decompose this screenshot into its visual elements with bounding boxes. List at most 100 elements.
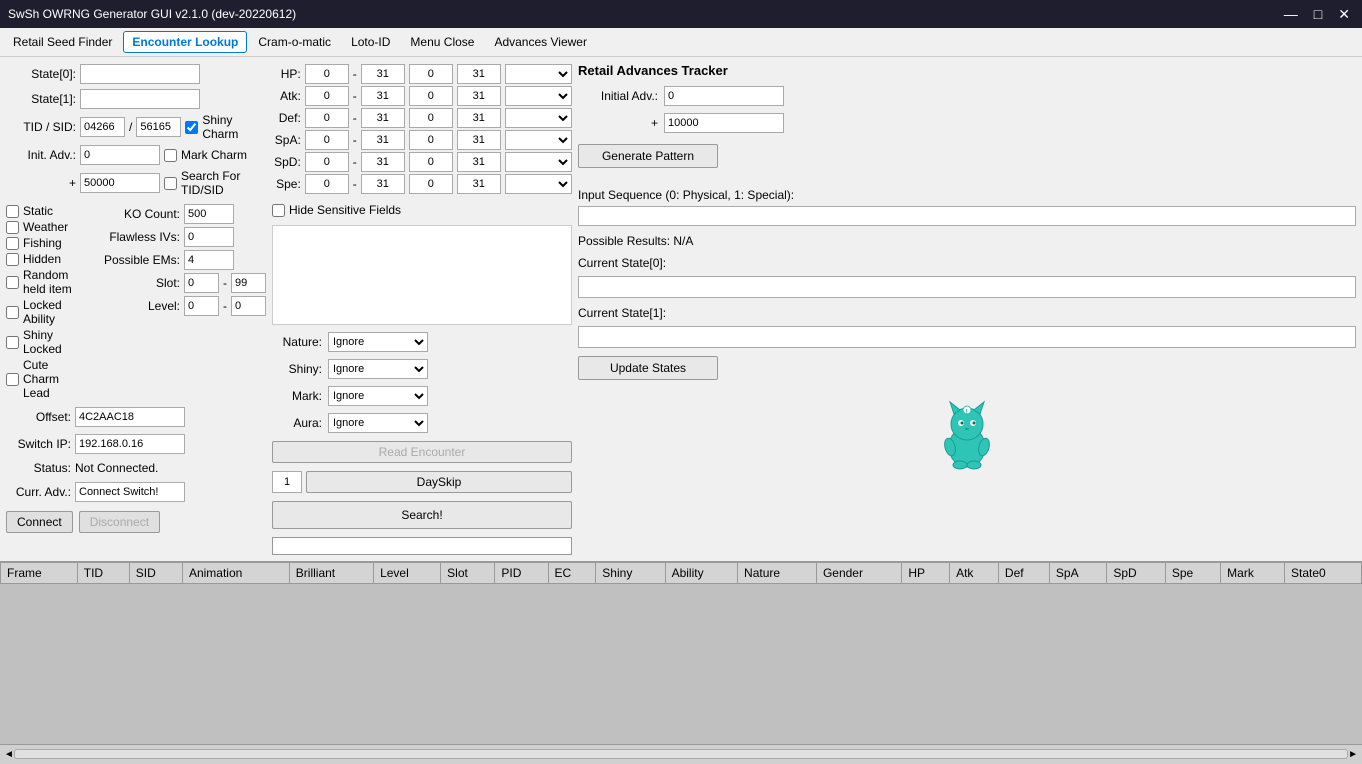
spa-max2-input[interactable] (457, 130, 501, 150)
random-held-item-label: Random held item (23, 268, 74, 296)
curr-adv-input[interactable] (75, 482, 185, 502)
tracker-plus-input[interactable] (664, 113, 784, 133)
flawless-ivs-label: Flawless IVs: (90, 230, 180, 244)
level-row: Level: - (90, 296, 266, 316)
plus-input[interactable] (80, 173, 160, 193)
fishing-checkbox[interactable] (6, 237, 19, 250)
scroll-right-icon[interactable]: ► (1348, 749, 1358, 760)
spd-min-input[interactable] (305, 152, 349, 172)
def-min-input[interactable] (305, 108, 349, 128)
dayskip-count-input[interactable] (272, 471, 302, 493)
aura-label: Aura: (272, 416, 322, 430)
connect-button[interactable]: Connect (6, 511, 73, 533)
tab-advances-viewer[interactable]: Advances Viewer (485, 31, 596, 53)
possible-ems-input[interactable] (184, 250, 234, 270)
input-seq-input[interactable] (578, 206, 1356, 226)
state0-input[interactable] (80, 64, 200, 84)
atk-min2-input[interactable] (409, 86, 453, 106)
search-button[interactable]: Search! (272, 501, 572, 529)
init-adv-input[interactable] (80, 145, 160, 165)
def-min2-input[interactable] (409, 108, 453, 128)
spa-min-input[interactable] (305, 130, 349, 150)
def-select[interactable] (505, 108, 572, 128)
nature-select[interactable]: Ignore (328, 332, 428, 352)
update-states-button[interactable]: Update States (578, 356, 718, 380)
spd-max2-input[interactable] (457, 152, 501, 172)
spe-select[interactable] (505, 174, 572, 194)
spe-min2-input[interactable] (409, 174, 453, 194)
mark-label: Mark: (272, 389, 322, 403)
current-state0-input[interactable] (578, 276, 1356, 298)
shiny-select[interactable]: Ignore (328, 359, 428, 379)
spa-select[interactable] (505, 130, 572, 150)
disconnect-button[interactable]: Disconnect (79, 511, 160, 533)
maximize-button[interactable]: □ (1310, 6, 1326, 23)
spa-min2-input[interactable] (409, 130, 453, 150)
atk-min-input[interactable] (305, 86, 349, 106)
slot-min-input[interactable] (184, 273, 219, 293)
spe-min-input[interactable] (305, 174, 349, 194)
scroll-left-icon[interactable]: ◄ (4, 749, 14, 760)
search-tid-sid-checkbox[interactable] (164, 177, 177, 190)
spa-max-input[interactable] (361, 130, 405, 150)
tab-retail-seed-finder[interactable]: Retail Seed Finder (4, 31, 121, 53)
random-held-item-checkbox[interactable] (6, 276, 19, 289)
hp-select[interactable] (505, 64, 572, 84)
hp-max-input[interactable] (361, 64, 405, 84)
hp-min-input[interactable] (305, 64, 349, 84)
switch-ip-input[interactable] (75, 434, 185, 454)
static-checkbox[interactable] (6, 205, 19, 218)
def-max-input[interactable] (361, 108, 405, 128)
level-max-input[interactable] (231, 296, 266, 316)
dayskip-button[interactable]: DaySkip (306, 471, 572, 493)
generate-pattern-button[interactable]: Generate Pattern (578, 144, 718, 168)
shiny-charm-checkbox[interactable] (185, 121, 198, 134)
minimize-button[interactable]: — (1280, 6, 1302, 23)
tab-loto-id[interactable]: Loto-ID (342, 31, 399, 53)
ko-count-input[interactable] (184, 204, 234, 224)
hide-sensitive-checkbox[interactable] (272, 204, 285, 217)
state1-row: State[1]: (6, 88, 266, 110)
stats-col: KO Count: Flawless IVs: Possible EMs: Sl… (90, 204, 266, 400)
level-min-input[interactable] (184, 296, 219, 316)
read-encounter-button[interactable]: Read Encounter (272, 441, 572, 463)
state1-input[interactable] (80, 89, 200, 109)
weather-checkbox[interactable] (6, 221, 19, 234)
sid-input[interactable] (136, 117, 181, 137)
tab-menu-close[interactable]: Menu Close (401, 31, 483, 53)
spd-select[interactable] (505, 152, 572, 172)
current-state1-input[interactable] (578, 326, 1356, 348)
aura-select[interactable]: Ignore (328, 413, 428, 433)
table-container: Frame TID SID Animation Brilliant Level … (0, 561, 1362, 744)
spd-max-input[interactable] (361, 152, 405, 172)
locked-ability-checkbox[interactable] (6, 306, 19, 319)
hp-min2-input[interactable] (409, 64, 453, 84)
atk-max-input[interactable] (361, 86, 405, 106)
horizontal-scrollbar[interactable] (14, 749, 1348, 759)
spd-dash: - (353, 155, 357, 169)
def-max2-input[interactable] (457, 108, 501, 128)
tab-encounter-lookup[interactable]: Encounter Lookup (123, 31, 247, 53)
encounter-area (272, 225, 572, 325)
cute-charm-lead-checkbox[interactable] (6, 373, 19, 386)
tid-sid-slash: / (129, 120, 132, 134)
flawless-ivs-input[interactable] (184, 227, 234, 247)
mark-select[interactable]: Ignore (328, 386, 428, 406)
spe-max2-input[interactable] (457, 174, 501, 194)
spd-min2-input[interactable] (409, 152, 453, 172)
slot-max-input[interactable] (231, 273, 266, 293)
tid-input[interactable] (80, 117, 125, 137)
shiny-locked-checkbox[interactable] (6, 336, 19, 349)
close-button[interactable]: ✕ (1334, 6, 1354, 23)
th-sid: SID (129, 563, 182, 584)
atk-max2-input[interactable] (457, 86, 501, 106)
hp-max2-input[interactable] (457, 64, 501, 84)
hidden-checkbox[interactable] (6, 253, 19, 266)
atk-select[interactable] (505, 86, 572, 106)
spe-max-input[interactable] (361, 174, 405, 194)
svg-text:!: ! (966, 409, 968, 416)
offset-input[interactable] (75, 407, 185, 427)
mark-charm-checkbox[interactable] (164, 149, 177, 162)
tracker-initial-adv-input[interactable] (664, 86, 784, 106)
tab-cram-o-matic[interactable]: Cram-o-matic (249, 31, 340, 53)
